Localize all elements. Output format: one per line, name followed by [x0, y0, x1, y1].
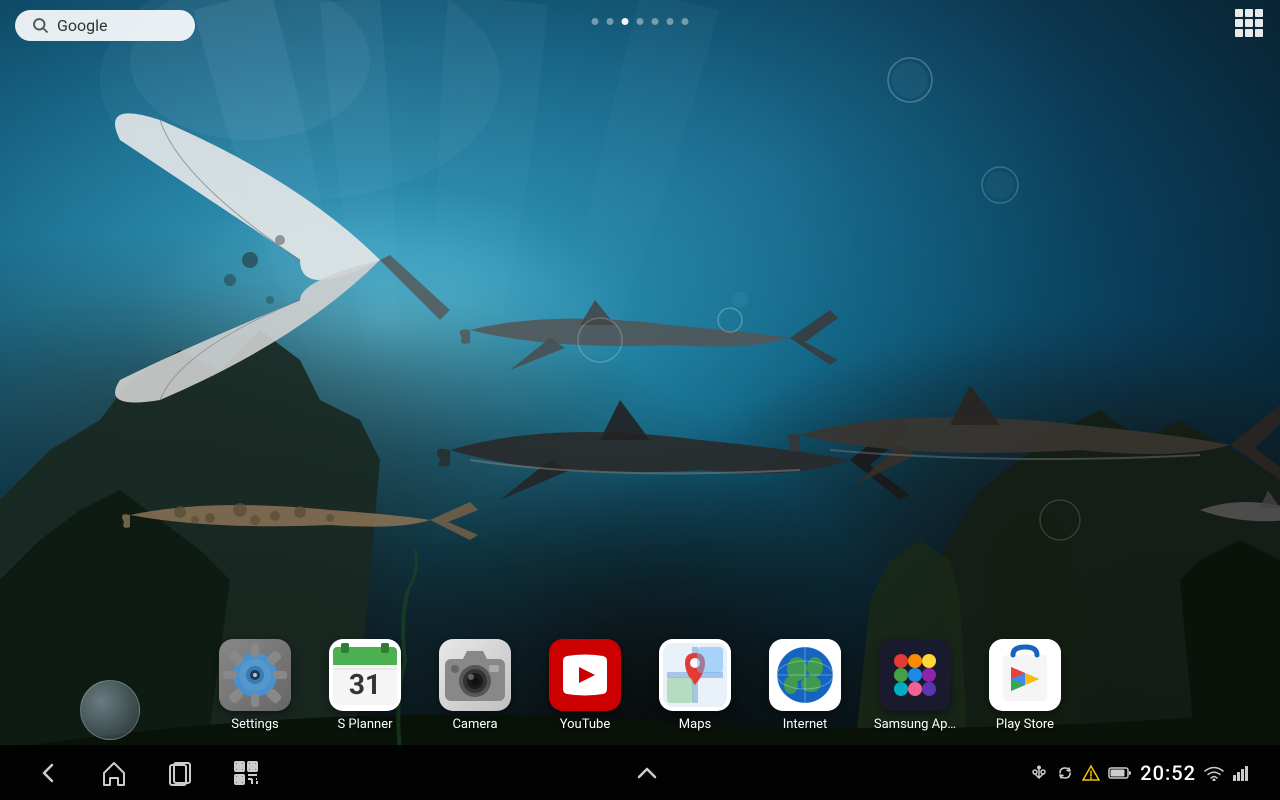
dot-4[interactable]: [637, 18, 644, 25]
settings-app[interactable]: Settings: [205, 639, 305, 732]
playstore-icon: [989, 639, 1061, 711]
maps-app[interactable]: Maps: [645, 639, 745, 732]
page-dots: [592, 18, 689, 25]
status-bar: 20:52: [1030, 761, 1250, 785]
camera-icon: [439, 639, 511, 711]
time-display: 20:52: [1140, 761, 1196, 785]
samsung-icon: [879, 639, 951, 711]
camera-app[interactable]: Camera: [425, 639, 525, 732]
dot-3[interactable]: [622, 18, 629, 25]
internet-icon: [769, 639, 841, 711]
playstore-app[interactable]: Play Store: [975, 639, 1075, 732]
wifi-icon: [1204, 765, 1224, 781]
maps-icon: [659, 639, 731, 711]
home-button[interactable]: [96, 755, 132, 791]
splanner-app[interactable]: 31 S Planner: [315, 639, 415, 732]
signal-icon: [1232, 765, 1250, 781]
settings-icon: [219, 639, 291, 711]
dot-1[interactable]: [592, 18, 599, 25]
youtube-icon: [549, 639, 621, 711]
app-dock: Settings 31 S Planner: [0, 625, 1280, 745]
usb-icon: [1030, 764, 1048, 782]
splanner-label: S Planner: [337, 717, 392, 732]
search-icon: [31, 16, 49, 34]
back-button[interactable]: [30, 755, 66, 791]
search-bar[interactable]: Google: [15, 10, 195, 41]
dot-5[interactable]: [652, 18, 659, 25]
splanner-icon: 31: [329, 639, 401, 711]
nav-left-group: [30, 755, 264, 791]
svg-text:31: 31: [349, 668, 381, 701]
top-bar: Google: [0, 0, 1280, 50]
screenshot-button[interactable]: [228, 755, 264, 791]
samsung-app[interactable]: Samsung Ap…: [865, 639, 965, 732]
camera-label: Camera: [452, 717, 497, 732]
internet-app[interactable]: Internet: [755, 639, 855, 732]
dot-2[interactable]: [607, 18, 614, 25]
warning-icon: [1082, 764, 1100, 782]
search-label: Google: [57, 16, 108, 35]
nav-bar: 20:52: [0, 745, 1280, 800]
scroll-up-button[interactable]: [629, 755, 665, 791]
dot-7[interactable]: [682, 18, 689, 25]
dot-6[interactable]: [667, 18, 674, 25]
youtube-label: YouTube: [560, 717, 611, 732]
maps-label: Maps: [679, 717, 711, 732]
internet-label: Internet: [783, 717, 828, 732]
settings-label: Settings: [231, 717, 278, 732]
playstore-label: Play Store: [996, 717, 1054, 732]
samsung-label: Samsung Ap…: [874, 717, 956, 732]
sync-icon: [1056, 764, 1074, 782]
apps-grid-button[interactable]: [1233, 7, 1265, 43]
battery-icon: [1108, 766, 1132, 780]
recents-button[interactable]: [162, 755, 198, 791]
youtube-app[interactable]: YouTube: [535, 639, 635, 732]
